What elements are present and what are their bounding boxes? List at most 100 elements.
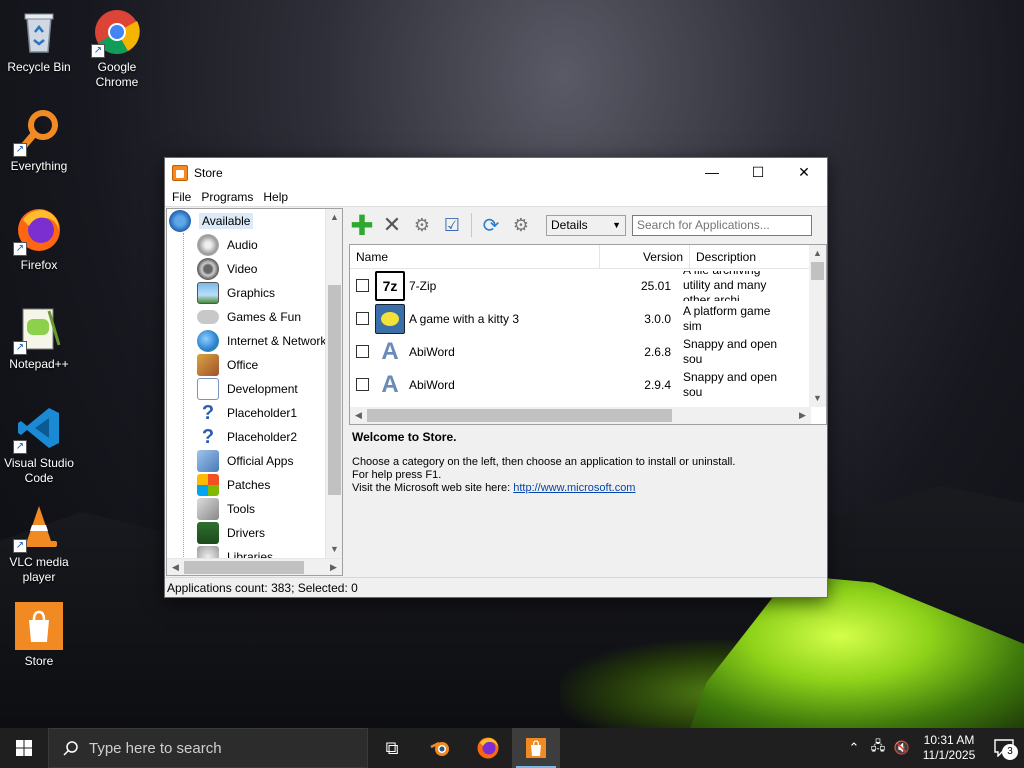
speaker-icon — [197, 234, 219, 256]
search-input[interactable] — [632, 214, 812, 236]
install-button[interactable]: ✚ — [347, 209, 377, 241]
question-mark-icon: ? — [201, 426, 215, 448]
tree-item-patches[interactable]: Patches — [197, 473, 270, 497]
taskbar-blender[interactable] — [416, 728, 464, 768]
desktop-icon-store[interactable]: Store — [0, 602, 78, 669]
desktop-icon-label: VLC media player — [9, 555, 69, 584]
tree-item-audio[interactable]: Audio — [197, 233, 258, 257]
store-icon — [15, 602, 63, 650]
scroll-up-icon[interactable]: ▲ — [326, 209, 342, 226]
row-name: 7-Zip — [409, 278, 437, 293]
refresh-button[interactable]: ⟳ — [476, 210, 506, 240]
category-tree[interactable]: Available Audio Video Graphics Games & F… — [166, 208, 343, 576]
view-mode-select[interactable]: Details ▼ — [546, 214, 626, 236]
store-app-icon — [172, 164, 188, 181]
add-plus-icon: ✚ — [350, 209, 374, 241]
tree-item-office[interactable]: Office — [197, 353, 258, 377]
scroll-thumb[interactable] — [811, 262, 824, 280]
tree-item-development[interactable]: Development — [197, 377, 298, 401]
scroll-right-icon[interactable]: ▶ — [325, 559, 342, 575]
scroll-left-icon[interactable]: ◀ — [350, 407, 367, 424]
network-icon[interactable]: 🖧 — [866, 737, 890, 759]
official-apps-icon — [197, 450, 219, 472]
row-checkbox[interactable] — [356, 378, 369, 391]
blender-icon — [430, 741, 449, 756]
title-bar[interactable]: Store — ☐ ✕ — [165, 158, 827, 187]
tree-item-label: Tools — [227, 502, 256, 516]
tree-item-available[interactable]: Available — [169, 209, 254, 233]
firefox-icon — [477, 737, 499, 759]
microsoft-link[interactable]: http://www.microsoft.com — [513, 482, 635, 494]
abiword-icon: A — [381, 337, 399, 365]
kitty-game-icon — [375, 303, 405, 334]
modify-button[interactable]: ⚙ — [407, 210, 437, 240]
volume-muted-icon[interactable]: 🔇 — [890, 740, 914, 756]
column-header-description[interactable]: Description — [690, 245, 810, 269]
tree-item-video[interactable]: Video — [197, 257, 257, 281]
taskbar-firefox[interactable] — [464, 728, 512, 768]
column-header-name[interactable]: Name — [350, 245, 600, 269]
table-row[interactable]: A game with a kitty 3 3.0.0 A platform g… — [350, 302, 826, 335]
desktop-icon-label: Store — [24, 654, 54, 668]
desktop-icon-firefox[interactable]: ↗ Firefox — [0, 206, 78, 273]
clock[interactable]: 10:31 AM 11/1/2025 — [914, 733, 984, 763]
tree-item-placeholder2[interactable]: ? Placeholder2 — [197, 425, 297, 449]
tree-item-graphics[interactable]: Graphics — [197, 281, 275, 305]
settings-button[interactable]: ⚙ — [506, 210, 536, 240]
uninstall-button[interactable]: ✕ — [377, 210, 407, 240]
menu-programs[interactable]: Programs — [196, 190, 258, 204]
desktop-icon-vscode[interactable]: ↗ Visual Studio Code — [0, 404, 78, 486]
menu-file[interactable]: File — [167, 190, 196, 204]
desktop-icon-everything[interactable]: ↗ Everything — [0, 107, 78, 174]
taskbar-store[interactable] — [512, 728, 560, 768]
row-checkbox[interactable] — [356, 279, 369, 292]
tree-item-internet[interactable]: Internet & Network — [197, 329, 326, 353]
notification-center-button[interactable]: 3 — [984, 728, 1024, 768]
table-row[interactable]: 7z 7-Zip 25.01 A file archiving utility … — [350, 269, 826, 302]
search-icon — [63, 741, 78, 756]
tree-item-official-apps[interactable]: Official Apps — [197, 449, 293, 473]
column-header-version[interactable]: Version — [600, 245, 690, 269]
row-checkbox[interactable] — [356, 345, 369, 358]
scroll-thumb[interactable] — [328, 285, 341, 495]
close-button[interactable]: ✕ — [781, 158, 827, 187]
scroll-thumb[interactable] — [184, 561, 304, 574]
desktop-icon-label: Everything — [10, 159, 68, 173]
chevron-up-icon[interactable]: ⌃ — [842, 740, 866, 756]
shortcut-arrow-icon: ↗ — [13, 440, 27, 454]
start-button[interactable] — [0, 728, 48, 768]
list-horizontal-scrollbar[interactable]: ◀ ▶ — [350, 407, 811, 424]
task-view-button[interactable]: ⧉ — [368, 728, 416, 768]
list-vertical-scrollbar[interactable]: ▲ ▼ — [809, 245, 826, 407]
taskbar-search-box[interactable]: Type here to search — [48, 728, 368, 768]
tree-item-drivers[interactable]: Drivers — [197, 521, 265, 545]
maximize-button[interactable]: ☐ — [735, 158, 781, 187]
menu-help[interactable]: Help — [258, 190, 293, 204]
tree-item-placeholder1[interactable]: ? Placeholder1 — [197, 401, 297, 425]
tree-item-label: Official Apps — [227, 454, 294, 468]
scroll-down-icon[interactable]: ▼ — [809, 390, 826, 407]
table-row[interactable]: A AbiWord 2.6.8 Snappy and open sou — [350, 335, 826, 368]
scroll-thumb[interactable] — [367, 409, 672, 422]
vscode-icon: ↗ — [13, 404, 63, 454]
scroll-down-icon[interactable]: ▼ — [326, 541, 342, 558]
chip-icon — [197, 522, 219, 544]
minimize-button[interactable]: — — [689, 158, 735, 187]
tree-item-games[interactable]: Games & Fun — [197, 305, 301, 329]
desktop-icon-notepadpp[interactable]: ↗ Notepad++ — [0, 305, 78, 372]
select-all-button[interactable]: ☑ — [437, 210, 467, 240]
row-checkbox[interactable] — [356, 312, 369, 325]
desktop-icon-google-chrome[interactable]: ↗ Google Chrome — [78, 8, 156, 90]
scroll-left-icon[interactable]: ◀ — [167, 559, 184, 575]
tree-item-label: Placeholder2 — [227, 430, 298, 444]
application-list[interactable]: Name Version Description 7z 7-Zip 25.01 … — [349, 244, 827, 425]
desktop-icon-vlc[interactable]: ↗ VLC media player — [0, 503, 78, 585]
table-row[interactable]: A AbiWord 2.9.4 Snappy and open sou — [350, 368, 826, 401]
scroll-right-icon[interactable]: ▶ — [794, 407, 811, 424]
tree-vertical-scrollbar[interactable]: ▲ ▼ — [325, 209, 342, 558]
welcome-heading: Welcome to Store. — [352, 430, 457, 444]
desktop-icon-recycle-bin[interactable]: Recycle Bin — [0, 8, 78, 75]
tree-horizontal-scrollbar[interactable]: ◀ ▶ — [167, 558, 342, 575]
scroll-up-icon[interactable]: ▲ — [809, 245, 826, 262]
tree-item-tools[interactable]: Tools — [197, 497, 255, 521]
